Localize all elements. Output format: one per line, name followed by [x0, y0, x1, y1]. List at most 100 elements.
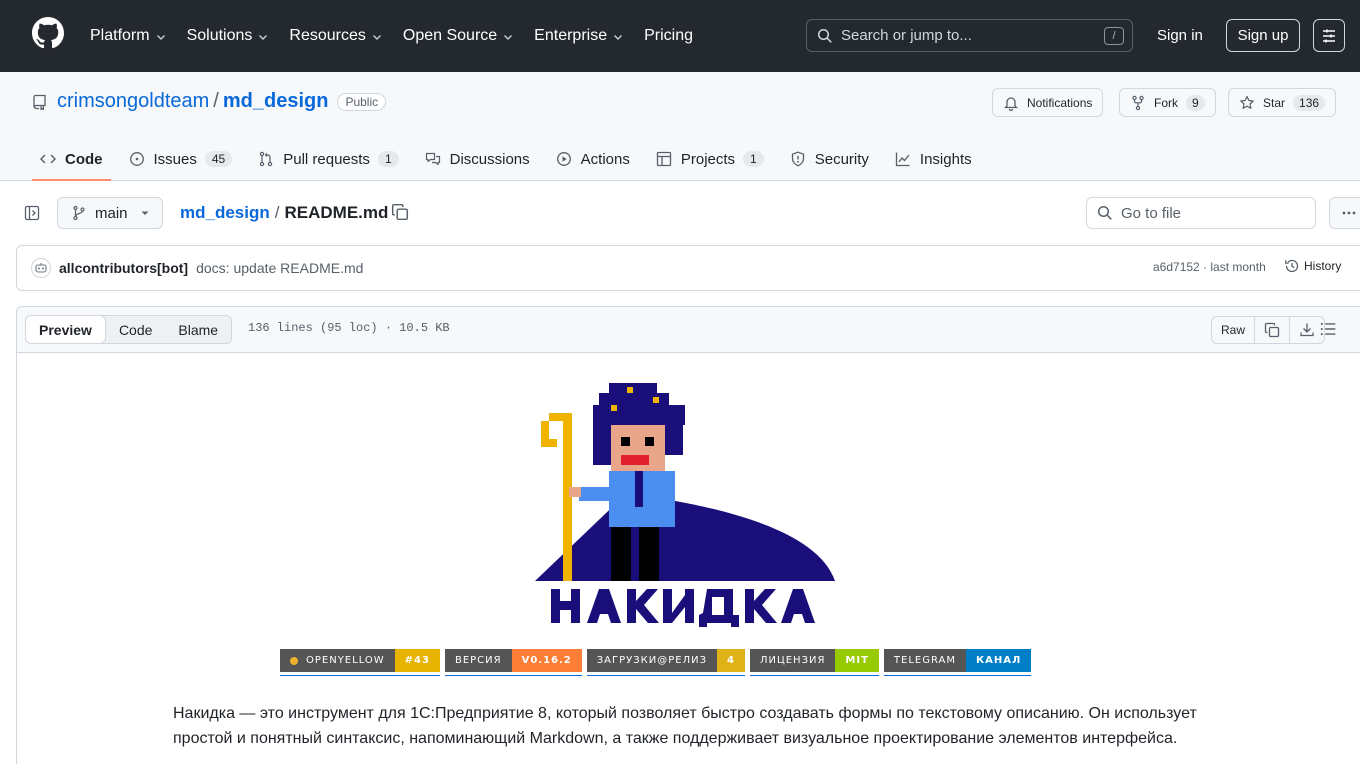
blame-tab[interactable]: Blame [165, 316, 231, 343]
sidebar-expand-button[interactable] [16, 198, 48, 228]
tab-counter: 1 [377, 151, 399, 167]
chevron-down-icon [614, 35, 623, 40]
nav-label: Enterprise [534, 27, 608, 44]
file-actions-group: Raw [1211, 316, 1326, 344]
fork-button[interactable]: Fork 9 [1119, 88, 1216, 117]
fork-icon [1132, 95, 1144, 110]
chevron-down-icon [372, 35, 381, 40]
sign-up-button[interactable]: Sign up [1226, 19, 1300, 52]
global-search-input[interactable]: Search or jump to... / [806, 19, 1133, 52]
tab-pull-requests[interactable]: Pull requests 1 [250, 137, 406, 181]
history-icon [1285, 259, 1299, 273]
breadcrumb-repo-link[interactable]: md_design [180, 203, 270, 223]
tab-label: Actions [580, 150, 630, 168]
search-shortcut-key: / [1104, 27, 1124, 45]
repo-icon [33, 94, 46, 110]
sign-in-link[interactable]: Sign in [1157, 27, 1203, 44]
file-viewer: Preview Code Blame 136 lines (95 loc) · … [16, 306, 1360, 764]
hamburger-menu-button[interactable] [1313, 19, 1345, 52]
latest-commit-bar: allcontributors[bot] docs: update README… [16, 245, 1360, 291]
nav-resources[interactable]: Resources [289, 27, 382, 45]
tab-security[interactable]: Security [782, 137, 877, 181]
nav-platform[interactable]: Platform [90, 27, 167, 45]
download-icon [1300, 323, 1314, 337]
play-icon [556, 152, 571, 166]
commit-author-link[interactable]: allcontributors[bot] [59, 260, 188, 276]
search-icon [1097, 205, 1112, 220]
nav-label: Platform [90, 27, 150, 44]
tab-insights[interactable]: Insights [887, 137, 980, 181]
breadcrumb: md_design / README.md [180, 203, 388, 223]
badge-row: OPENYELLOW #43 ВЕРСИЯ V0.16.2 ЗАГРУЗКИ@Р… [280, 649, 1036, 676]
repo-name-link[interactable]: md_design [223, 90, 329, 113]
star-label: Star [1263, 95, 1286, 110]
commit-sha-and-date[interactable]: a6d7152 · last month [1153, 260, 1266, 274]
badge-label: ВЕРСИЯ [444, 649, 512, 672]
github-logo-icon[interactable] [32, 17, 64, 49]
nav-enterprise[interactable]: Enterprise [534, 27, 624, 45]
global-nav: Platform Solutions Resources Open Source… [90, 0, 713, 72]
copy-path-button[interactable] [391, 203, 409, 221]
badge-version[interactable]: ВЕРСИЯ V0.16.2 [444, 649, 582, 676]
table-icon [656, 151, 672, 167]
tab-actions[interactable]: Actions [548, 137, 638, 181]
tab-code[interactable]: Code [32, 137, 111, 181]
outline-button[interactable] [1319, 320, 1337, 338]
go-to-file-placeholder: Go to file [1121, 204, 1182, 222]
file-toolbar: Preview Code Blame 136 lines (95 loc) · … [17, 307, 1360, 353]
badge-telegram[interactable]: TELEGRAM КАНАЛ [883, 649, 1032, 676]
repo-header: crimsongoldteam / md_design Public Notif… [0, 72, 1360, 181]
shield-icon [791, 151, 804, 167]
badge-openyellow[interactable]: OPENYELLOW #43 [280, 649, 440, 676]
tab-label: Issues [153, 150, 197, 168]
nav-label: Pricing [644, 27, 693, 44]
nav-open-source[interactable]: Open Source [403, 27, 514, 45]
fork-count: 9 [1186, 94, 1205, 111]
sidebar-expand-icon [24, 205, 40, 221]
pull-request-icon [260, 151, 273, 167]
notifications-button[interactable]: Notifications [992, 88, 1104, 117]
badge-license[interactable]: ЛИЦЕНЗИЯ MIT [749, 649, 879, 676]
copy-icon [391, 203, 409, 221]
tab-label: Security [814, 150, 869, 168]
badge-label-text: OPENYELLOW [306, 655, 385, 666]
tab-discussions[interactable]: Discussions [417, 137, 538, 181]
star-count: 136 [1293, 94, 1326, 111]
readme-intro-paragraph: Накидка — это инструмент для 1С:Предприя… [173, 705, 1197, 747]
view-mode-switch: Preview Code Blame [25, 315, 233, 344]
badge-value: КАНАЛ [966, 649, 1032, 672]
bot-avatar-icon [35, 263, 47, 273]
raw-button[interactable]: Raw [1212, 317, 1256, 343]
badge-label: OPENYELLOW [280, 649, 395, 672]
code-tab[interactable]: Code [106, 316, 165, 343]
tab-label: Insights [919, 150, 972, 168]
tab-issues[interactable]: Issues 45 [121, 137, 241, 181]
search-icon [817, 28, 832, 43]
preview-tab[interactable]: Preview [26, 316, 106, 343]
star-button[interactable]: Star 136 [1228, 88, 1337, 117]
commit-message-link[interactable]: docs: update README.md [196, 260, 363, 276]
repo-owner-link[interactable]: crimsongoldteam [57, 90, 209, 113]
tab-label: Pull requests [283, 150, 370, 168]
repo-title: crimsongoldteam / md_design Public [32, 90, 387, 113]
tab-projects[interactable]: Projects 1 [648, 137, 772, 181]
go-to-file-input[interactable]: Go to file [1086, 197, 1316, 229]
tab-label: Projects [680, 150, 736, 168]
copy-raw-button[interactable] [1255, 317, 1291, 343]
badge-value: #43 [394, 649, 440, 672]
nav-pricing[interactable]: Pricing [644, 27, 693, 45]
branch-selector[interactable]: main [57, 197, 163, 229]
chevron-down-icon [259, 35, 268, 40]
visibility-badge: Public [337, 92, 387, 111]
history-button[interactable]: History [1284, 258, 1341, 274]
tab-counter: 45 [204, 151, 233, 167]
star-icon [1240, 95, 1254, 109]
chevron-down-icon [504, 35, 513, 40]
bell-icon [1003, 96, 1019, 111]
avatar[interactable] [31, 258, 51, 278]
tab-counter: 1 [743, 151, 764, 167]
nav-solutions[interactable]: Solutions [187, 27, 270, 45]
badge-downloads[interactable]: ЗАГРУЗКИ@РЕЛИЗ 4 [586, 649, 745, 676]
global-header: Platform Solutions Resources Open Source… [0, 0, 1360, 72]
more-options-button[interactable] [1329, 197, 1360, 229]
